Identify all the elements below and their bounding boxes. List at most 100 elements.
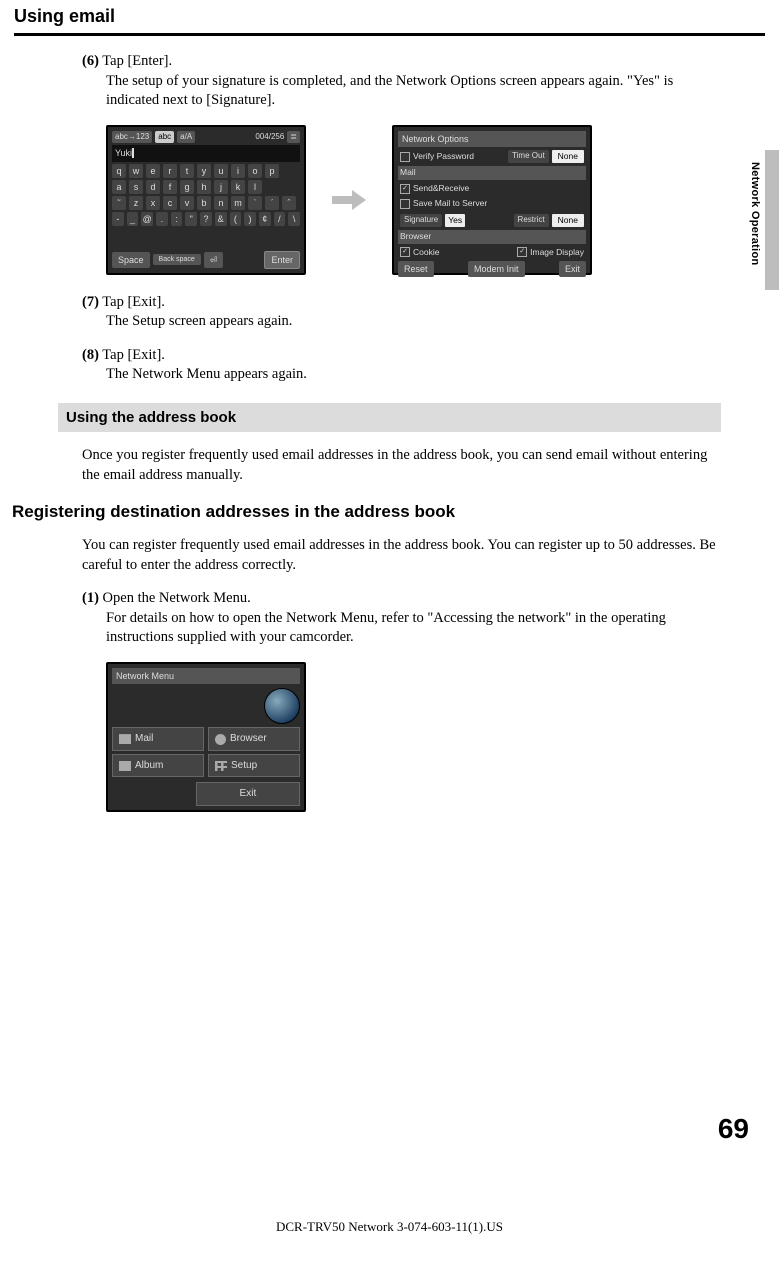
key-amp[interactable]: &: [215, 212, 227, 226]
album-button[interactable]: Album: [112, 754, 204, 778]
mail-button[interactable]: Mail: [112, 727, 204, 751]
step-8: (8) Tap [Exit]. The Network Menu appears…: [82, 346, 719, 385]
network-menu-screen: Network Menu Mail Browser Album: [106, 662, 306, 812]
key-p[interactable]: p: [265, 164, 279, 178]
key-bottom-row: Space Back space ⏎ Enter: [112, 251, 300, 269]
setup-button[interactable]: Setup: [208, 754, 300, 778]
key-u[interactable]: u: [214, 164, 228, 178]
key-dot[interactable]: .: [156, 212, 168, 226]
tab-abc[interactable]: abc: [155, 131, 174, 144]
key-colon[interactable]: :: [171, 212, 183, 226]
step-lead: Open the Network Menu.: [103, 590, 251, 606]
image-display-checkbox[interactable]: [517, 247, 527, 257]
album-icon: [119, 761, 131, 771]
tab-case[interactable]: a/A: [177, 131, 195, 144]
key-j[interactable]: j: [214, 180, 228, 194]
key-row-1: q w e r t y u i o p: [112, 164, 300, 178]
timeout-value: None: [552, 150, 584, 163]
browser-button[interactable]: Browser: [208, 727, 300, 751]
section-heading-bar: Using the address book: [58, 403, 721, 432]
key-o[interactable]: o: [248, 164, 262, 178]
key-row-3: ˜ z x c v b n m ˋ ˊ ˆ: [112, 196, 300, 210]
keyboard-screen: abc→123 abc a/A 004/256 ≣ Yuki| q w e r …: [106, 125, 306, 275]
key-m[interactable]: m: [231, 196, 245, 210]
arrow-right-icon: [332, 190, 366, 210]
signature-button[interactable]: Signature: [400, 214, 442, 227]
save-mail-checkbox[interactable]: [400, 199, 410, 209]
tab-abc123[interactable]: abc→123: [112, 131, 152, 144]
key-z[interactable]: z: [129, 196, 143, 210]
verify-password-checkbox[interactable]: [400, 152, 410, 162]
backspace-key[interactable]: Back space: [153, 254, 201, 265]
key-a[interactable]: a: [112, 180, 126, 194]
key-dash[interactable]: -: [112, 212, 124, 226]
cookie-label: Cookie: [413, 247, 439, 258]
verify-password-label: Verify Password: [413, 151, 474, 162]
key-e[interactable]: e: [146, 164, 160, 178]
browser-header: Browser: [398, 230, 586, 243]
key-grave[interactable]: ˋ: [248, 196, 262, 210]
key-at[interactable]: @: [141, 212, 153, 226]
signature-row: Signature Yes Restrict None: [398, 213, 586, 228]
exit-button[interactable]: Exit: [559, 261, 586, 277]
key-d[interactable]: d: [146, 180, 160, 194]
key-c[interactable]: c: [163, 196, 177, 210]
menu-exit-button[interactable]: Exit: [196, 782, 300, 806]
text-input[interactable]: Yuki|: [112, 145, 300, 161]
key-lparen[interactable]: (: [230, 212, 242, 226]
space-key[interactable]: Space: [112, 252, 150, 268]
key-y[interactable]: y: [197, 164, 211, 178]
list-icon[interactable]: ≣: [287, 131, 300, 144]
key-i[interactable]: i: [231, 164, 245, 178]
reset-button[interactable]: Reset: [398, 261, 434, 277]
return-key[interactable]: ⏎: [204, 252, 224, 268]
key-acute[interactable]: ˊ: [265, 196, 279, 210]
page: Using email Network Operation (6) Tap [E…: [0, 0, 779, 1265]
key-rparen[interactable]: ): [244, 212, 256, 226]
key-s[interactable]: s: [129, 180, 143, 194]
key-w[interactable]: w: [129, 164, 143, 178]
send-receive-row: Send&Receive: [398, 182, 586, 195]
key-h[interactable]: h: [197, 180, 211, 194]
key-b[interactable]: b: [197, 196, 211, 210]
album-label: Album: [135, 759, 163, 773]
key-l[interactable]: l: [248, 180, 262, 194]
send-receive-checkbox[interactable]: [400, 184, 410, 194]
char-counter: 004/256: [255, 132, 284, 143]
globe-icon: [264, 688, 300, 724]
footer-code: DCR-TRV50 Network 3-074-603-11(1).US: [0, 1219, 779, 1235]
key-tilde[interactable]: ˜: [112, 196, 126, 210]
keyboard-tab-row: abc→123 abc a/A 004/256 ≣: [112, 131, 300, 144]
key-underscore[interactable]: _: [127, 212, 139, 226]
key-backslash[interactable]: \: [288, 212, 300, 226]
key-f[interactable]: f: [163, 180, 177, 194]
network-menu-exit-row: Exit: [112, 782, 300, 806]
setup-label: Setup: [231, 759, 257, 773]
step-number: (6): [82, 53, 99, 69]
restrict-button[interactable]: Restrict: [514, 214, 549, 227]
key-circ[interactable]: ˆ: [282, 196, 296, 210]
key-k[interactable]: k: [231, 180, 245, 194]
cookie-checkbox[interactable]: [400, 247, 410, 257]
step-lead: Tap [Enter].: [102, 53, 172, 69]
signature-value: Yes: [445, 214, 465, 227]
key-question[interactable]: ?: [200, 212, 212, 226]
key-slash[interactable]: /: [274, 212, 286, 226]
key-n[interactable]: n: [214, 196, 228, 210]
key-r[interactable]: r: [163, 164, 177, 178]
key-quote[interactable]: ": [185, 212, 197, 226]
network-options-screen: Network Options Verify Password Time Out…: [392, 125, 592, 275]
key-t[interactable]: t: [180, 164, 194, 178]
key-v[interactable]: v: [180, 196, 194, 210]
key-q[interactable]: q: [112, 164, 126, 178]
step-number: (1): [82, 590, 99, 606]
side-tab: [765, 150, 779, 290]
key-cent[interactable]: ¢: [259, 212, 271, 226]
step-body: The Network Menu appears again.: [106, 365, 719, 385]
enter-button[interactable]: Enter: [264, 251, 300, 269]
key-g[interactable]: g: [180, 180, 194, 194]
key-x[interactable]: x: [146, 196, 160, 210]
modem-init-button[interactable]: Modem Init: [468, 261, 525, 277]
step-6: (6) Tap [Enter]. The setup of your signa…: [82, 52, 719, 111]
timeout-button[interactable]: Time Out: [508, 150, 549, 163]
